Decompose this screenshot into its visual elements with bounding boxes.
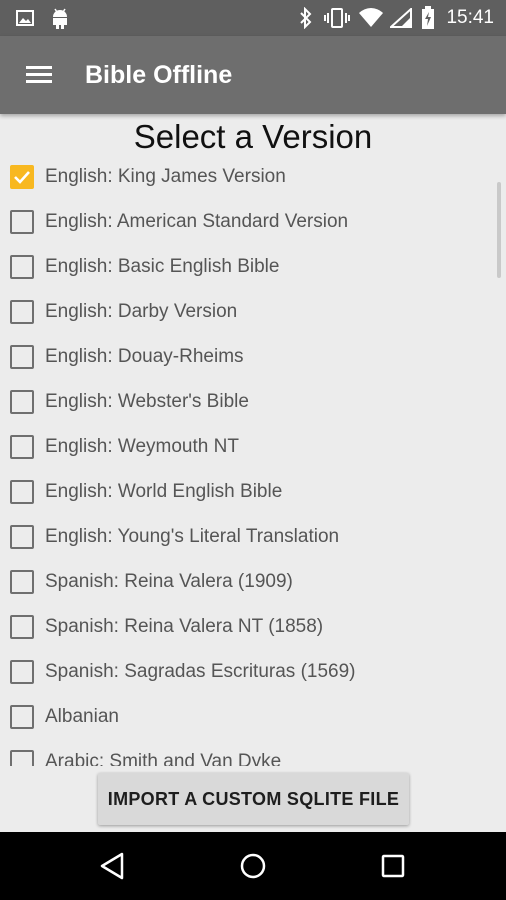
version-label: English: Darby Version <box>45 300 238 322</box>
version-item[interactable]: Spanish: Reina Valera NT (1858) <box>0 604 506 649</box>
vibrate-icon <box>322 0 352 36</box>
checkbox[interactable] <box>10 749 34 766</box>
scrollbar-thumb[interactable] <box>497 182 501 278</box>
main-content: Select a Version English: King James Ver… <box>0 114 506 832</box>
version-item[interactable]: Spanish: Reina Valera (1909) <box>0 559 506 604</box>
checkbox[interactable] <box>10 659 34 684</box>
home-icon[interactable] <box>231 846 275 886</box>
hamburger-menu-icon[interactable] <box>22 61 56 89</box>
version-label: English: American Standard Version <box>45 210 349 232</box>
wifi-icon <box>356 0 386 36</box>
version-list-viewport[interactable]: English: King James Version English: Amer… <box>0 154 506 766</box>
version-label: English: King James Version <box>45 165 286 187</box>
check-icon <box>14 170 30 184</box>
version-label: Arabic: Smith and Van Dyke <box>45 750 282 767</box>
checkbox[interactable] <box>10 389 34 414</box>
version-label: Spanish: Sagradas Escrituras (1569) <box>45 660 356 682</box>
version-item[interactable]: English: Webster's Bible <box>0 379 506 424</box>
version-label: English: Webster's Bible <box>45 390 249 412</box>
back-icon[interactable] <box>90 846 134 886</box>
battery-charging-icon <box>418 0 438 36</box>
recents-icon[interactable] <box>371 846 415 886</box>
version-item[interactable]: Arabic: Smith and Van Dyke <box>0 739 506 766</box>
version-item[interactable]: English: Darby Version <box>0 289 506 334</box>
checkbox[interactable] <box>10 569 34 594</box>
checkbox[interactable] <box>10 344 34 369</box>
checkbox[interactable] <box>10 434 34 459</box>
android-icon <box>48 0 72 36</box>
checkbox[interactable] <box>10 254 34 279</box>
image-icon <box>14 0 36 36</box>
signal-icon <box>388 0 414 36</box>
version-label: English: Douay-Rheims <box>45 345 244 367</box>
version-item[interactable]: English: American Standard Version <box>0 199 506 244</box>
version-item[interactable]: English: Basic English Bible <box>0 244 506 289</box>
page-title: Select a Version <box>133 118 373 155</box>
app-bar: Bible Offline <box>0 36 506 114</box>
version-item[interactable]: Spanish: Sagradas Escrituras (1569) <box>0 649 506 694</box>
version-list: English: King James Version English: Amer… <box>0 154 506 766</box>
import-sqlite-button[interactable]: IMPORT A CUSTOM SQLITE FILE <box>98 773 409 825</box>
version-item[interactable]: Albanian <box>0 694 506 739</box>
version-item[interactable]: English: Douay-Rheims <box>0 334 506 379</box>
version-item[interactable]: English: King James Version <box>0 154 506 199</box>
version-label: English: Young's Literal Translation <box>45 525 340 547</box>
checkbox-checked[interactable] <box>10 164 34 189</box>
version-item[interactable]: English: Weymouth NT <box>0 424 506 469</box>
version-item[interactable]: English: World English Bible <box>0 469 506 514</box>
checkbox[interactable] <box>10 209 34 234</box>
app-title: Bible Offline <box>85 61 233 89</box>
version-label: Albanian <box>45 705 119 727</box>
navigation-bar <box>0 832 506 900</box>
version-label: Spanish: Reina Valera NT (1858) <box>45 615 324 637</box>
version-label: English: Basic English Bible <box>45 255 280 277</box>
version-label: English: World English Bible <box>45 480 283 502</box>
version-label: Spanish: Reina Valera (1909) <box>45 570 293 592</box>
bluetooth-icon <box>296 0 316 36</box>
version-label: English: Weymouth NT <box>45 435 239 457</box>
checkbox[interactable] <box>10 704 34 729</box>
version-item[interactable]: English: Young's Literal Translation <box>0 514 506 559</box>
checkbox[interactable] <box>10 614 34 639</box>
status-bar: 15:41 <box>0 0 506 36</box>
checkbox[interactable] <box>10 524 34 549</box>
status-time: 15:41 <box>446 7 494 28</box>
checkbox[interactable] <box>10 299 34 324</box>
checkbox[interactable] <box>10 479 34 504</box>
